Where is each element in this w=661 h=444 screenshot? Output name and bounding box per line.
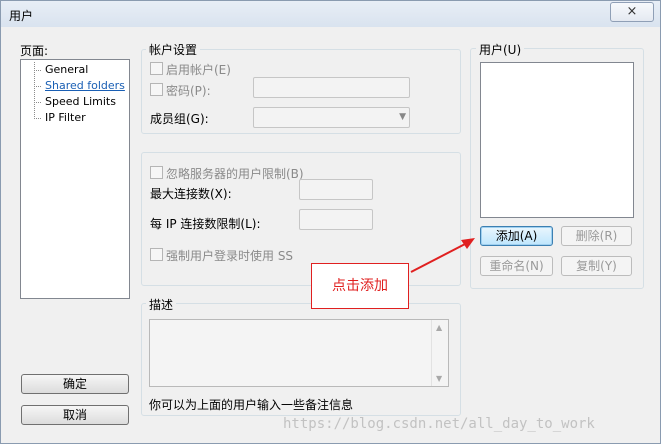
description-scrollbar[interactable]: ▲ ▼ xyxy=(431,320,448,386)
tree-item-general[interactable]: General xyxy=(45,63,88,76)
description-hint: 你可以为上面的用户输入一些备注信息 xyxy=(149,398,354,412)
close-button[interactable]: × xyxy=(610,2,654,22)
remove-user-button[interactable]: 删除(R) xyxy=(561,226,632,246)
scroll-up-icon[interactable]: ▲ xyxy=(436,323,442,332)
group-select[interactable]: ▼ xyxy=(253,107,410,128)
pages-label: 页面: xyxy=(20,44,49,58)
password-checkbox[interactable] xyxy=(150,83,163,96)
users-list[interactable] xyxy=(480,62,634,218)
account-settings-title: 帐户设置 xyxy=(146,41,201,58)
enable-account-label: 启用帐户(E) xyxy=(166,63,231,77)
password-label: 密码(P): xyxy=(166,84,211,98)
description-textarea[interactable]: ▲ ▼ xyxy=(149,319,449,387)
annotation-callout: 点击添加 xyxy=(311,263,409,309)
tree-item-speed-limits[interactable]: Speed Limits xyxy=(45,95,116,108)
copy-user-button[interactable]: 复制(Y) xyxy=(561,256,632,276)
group-label: 成员组(G): xyxy=(150,112,209,126)
close-icon: × xyxy=(626,4,638,19)
force-ssl-checkbox[interactable] xyxy=(150,248,163,261)
title-bar: 用户 × xyxy=(1,1,660,27)
cancel-button[interactable]: 取消 xyxy=(21,405,129,425)
scroll-down-icon[interactable]: ▼ xyxy=(436,374,442,383)
annotation-arrow xyxy=(410,238,475,273)
users-title: 用户(U) xyxy=(476,41,525,58)
enable-account-checkbox[interactable] xyxy=(150,62,163,75)
ignore-limits-label: 忽略服务器的用户限制(B) xyxy=(166,167,304,181)
users-dialog: 用户 × 页面: General Shared folders Speed Li… xyxy=(0,0,661,444)
per-ip-limit-field[interactable] xyxy=(299,209,373,230)
rename-user-button[interactable]: 重命名(N) xyxy=(480,256,553,276)
tree-item-ip-filter[interactable]: IP Filter xyxy=(45,111,86,124)
watermark: https://blog.csdn.net/all_day_to_work xyxy=(283,416,595,432)
password-field[interactable] xyxy=(253,77,410,98)
tree-item-shared-folders[interactable]: Shared folders xyxy=(45,79,125,92)
add-user-button[interactable]: 添加(A) xyxy=(480,226,553,246)
ignore-limits-checkbox[interactable] xyxy=(150,166,163,179)
chevron-down-icon: ▼ xyxy=(399,112,406,122)
pages-tree[interactable]: General Shared folders Speed Limits IP F… xyxy=(20,59,130,299)
window-title: 用户 xyxy=(9,9,34,23)
ok-button[interactable]: 确定 xyxy=(21,374,129,394)
description-title: 描述 xyxy=(146,296,177,313)
max-connections-label: 最大连接数(X): xyxy=(150,187,232,201)
per-ip-limit-label: 每 IP 连接数限制(L): xyxy=(150,217,261,231)
max-connections-field[interactable] xyxy=(299,179,373,200)
force-ssl-label: 强制用户登录时使用 SS xyxy=(166,249,294,263)
